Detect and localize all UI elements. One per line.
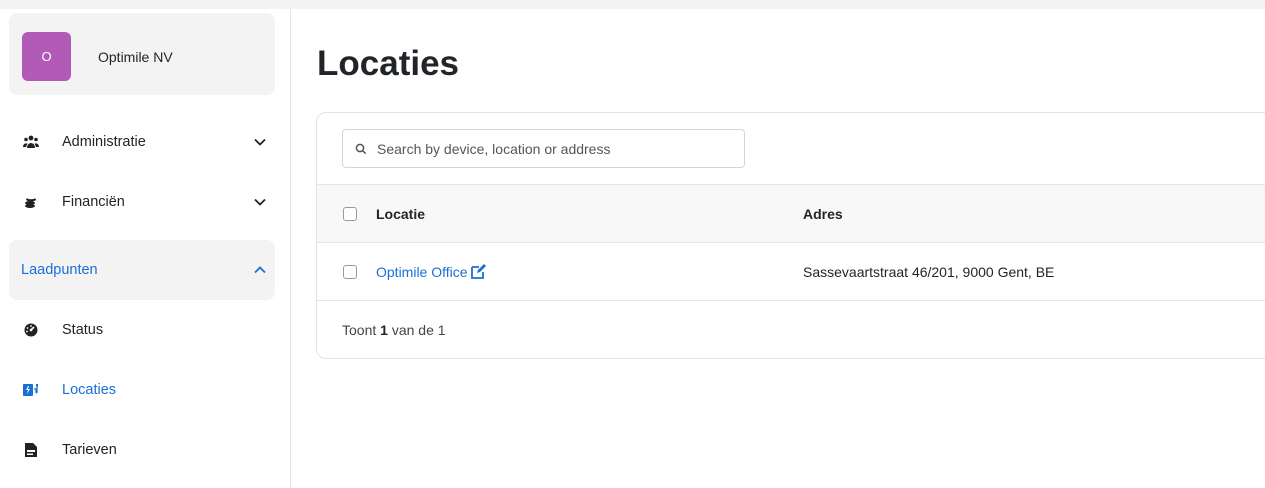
- nav-financien[interactable]: Financiën: [9, 172, 275, 232]
- nav-status[interactable]: Status: [9, 300, 275, 360]
- pagination-summary: Toont 1 van de 1: [342, 322, 446, 338]
- pagination-prefix: Toont: [342, 322, 381, 338]
- pagination-shown-count: 1: [380, 322, 388, 338]
- address-cell: Sassevaartstraat 46/201, 9000 Gent, BE: [803, 264, 1055, 280]
- invoice-icon: [23, 442, 39, 458]
- pagination-suffix: van de 1: [387, 322, 446, 338]
- charging-station-icon: [23, 382, 39, 398]
- nav-tarieven[interactable]: Tarieven: [9, 420, 275, 480]
- nav-locaties-label: Locaties: [62, 382, 117, 398]
- nav-locaties[interactable]: Locaties: [9, 360, 275, 420]
- main-content: Locaties Locatie Adres Optimile Office S…: [292, 9, 1265, 488]
- coins-icon: [23, 194, 39, 210]
- org-name: Optimile NV: [98, 49, 173, 65]
- nav-administratie[interactable]: Administratie: [9, 112, 275, 172]
- location-cell: Optimile Office: [376, 264, 486, 280]
- table-footer: Toont 1 van de 1: [317, 300, 1265, 358]
- organization-switcher[interactable]: O Optimile NV: [9, 13, 275, 95]
- nav-financien-label: Financiën: [62, 194, 125, 210]
- search-input[interactable]: [377, 140, 737, 157]
- locations-card: Locatie Adres Optimile Office Sassevaart…: [316, 112, 1265, 359]
- location-link[interactable]: Optimile Office: [376, 264, 468, 280]
- chevron-down-icon[interactable]: [253, 135, 267, 149]
- org-avatar: O: [22, 32, 71, 81]
- column-header-locatie[interactable]: Locatie: [376, 206, 425, 222]
- nav-status-label: Status: [62, 322, 104, 338]
- top-strip: [0, 0, 1265, 9]
- select-all-checkbox[interactable]: [343, 207, 357, 221]
- column-header-adres[interactable]: Adres: [803, 206, 843, 222]
- users-icon: [23, 134, 39, 150]
- chevron-up-icon[interactable]: [253, 263, 267, 277]
- table-row: Optimile Office Sassevaartstraat 46/201,…: [317, 242, 1265, 300]
- nav-laadpunten[interactable]: Laadpunten: [9, 240, 275, 300]
- page-title: Locaties: [317, 44, 459, 83]
- edit-icon[interactable]: [470, 264, 486, 279]
- nav-administratie-label: Administratie: [62, 134, 146, 150]
- table-header: Locatie Adres: [317, 184, 1265, 242]
- chevron-down-icon[interactable]: [253, 195, 267, 209]
- nav-laadpunten-label: Laadpunten: [21, 262, 98, 278]
- row-checkbox[interactable]: [343, 265, 357, 279]
- sidebar: O Optimile NV Administratie Financiën La…: [0, 9, 291, 488]
- gauge-icon: [23, 322, 39, 338]
- search-icon: [355, 143, 367, 154]
- search-box[interactable]: [342, 129, 745, 168]
- nav-tarieven-label: Tarieven: [62, 442, 117, 458]
